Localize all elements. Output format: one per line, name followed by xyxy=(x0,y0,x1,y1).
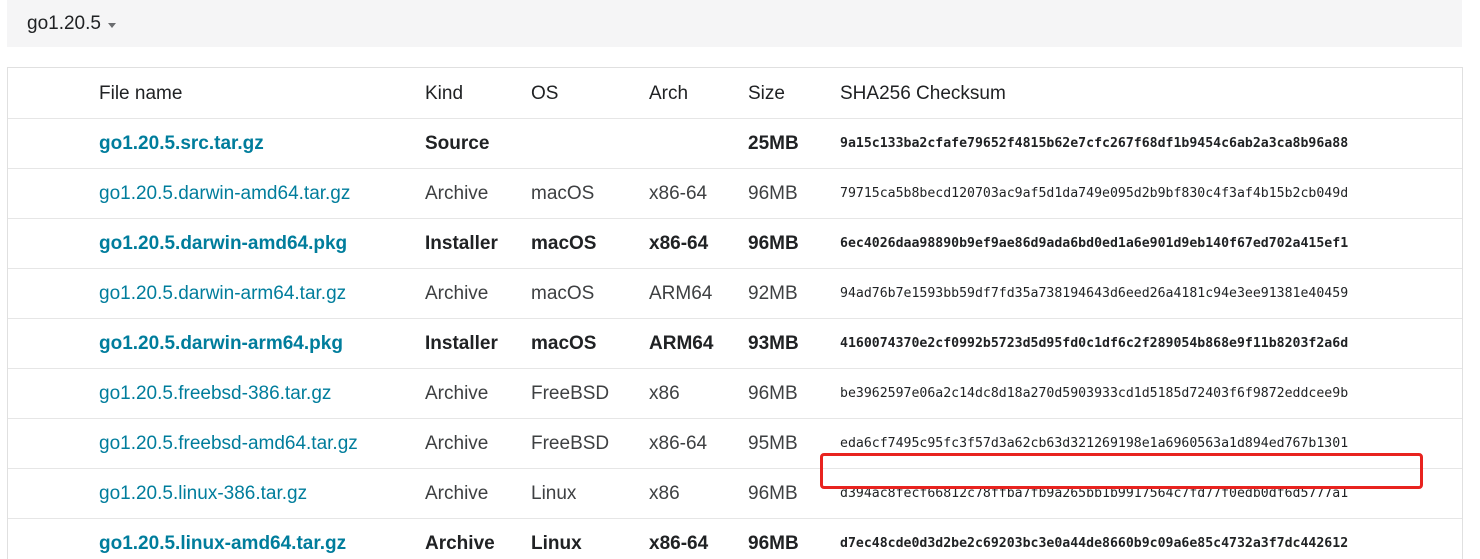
table-row: go1.20.5.freebsd-amd64.tar.gz Archive Free… xyxy=(8,418,1462,468)
table-row: go1.20.5.linux-amd64.tar.gz Archive Linux x… xyxy=(8,518,1462,559)
os-cell: FreeBSD xyxy=(531,383,610,404)
version-dropdown-toggle[interactable]: go1.20.5 xyxy=(27,13,116,35)
header-kind: Kind xyxy=(425,83,464,104)
table-row: go1.20.5.darwin-amd64.tar.gz Archive macOS… xyxy=(8,168,1462,218)
kind-cell: Archive xyxy=(425,483,489,504)
os-cell: macOS xyxy=(531,183,595,204)
header-checksum: SHA256 Checksum xyxy=(840,83,1006,104)
file-name-link[interactable]: go1.20.5.linux-386.tar.gz xyxy=(99,469,307,518)
checksum-cell: d7ec48cde0d3d2be2c69203bc3e0a44de8660b9c… xyxy=(840,536,1349,551)
os-cell: macOS xyxy=(531,333,597,354)
checksum-cell: eda6cf7495c95fc3f57d3a62cb63d321269198e1… xyxy=(840,436,1349,451)
os-cell: Linux xyxy=(531,533,582,554)
arch-cell: x86 xyxy=(649,383,680,404)
kind-cell: Installer xyxy=(425,333,498,354)
file-name-link[interactable]: go1.20.5.darwin-arm64.tar.gz xyxy=(99,269,346,318)
table-row: go1.20.5.freebsd-386.tar.gz Archive FreeBS… xyxy=(8,368,1462,418)
kind-cell: Installer xyxy=(425,233,498,254)
kind-cell: Archive xyxy=(425,183,489,204)
file-name-link[interactable]: go1.20.5.darwin-arm64.pkg xyxy=(99,319,343,368)
file-name-link[interactable]: go1.20.5.freebsd-386.tar.gz xyxy=(99,369,331,418)
os-cell: macOS xyxy=(531,283,595,304)
kind-cell: Archive xyxy=(425,433,489,454)
file-name-link[interactable]: go1.20.5.darwin-amd64.pkg xyxy=(99,219,347,268)
file-name-link[interactable]: go1.20.5.src.tar.gz xyxy=(99,119,264,168)
checksum-cell: 94ad76b7e1593bb59df7fd35a738194643d6eed2… xyxy=(840,286,1349,301)
header-size: Size xyxy=(748,83,785,104)
size-cell: 93MB xyxy=(748,333,799,354)
arch-cell: ARM64 xyxy=(649,333,714,354)
table-row: go1.20.5.src.tar.gz Source 25MB 9a15c133ba2… xyxy=(8,118,1462,168)
version-bar: go1.20.5 xyxy=(7,0,1462,47)
size-cell: 96MB xyxy=(748,383,798,404)
table-row: go1.20.5.darwin-amd64.pkg Installer macOS x… xyxy=(8,218,1462,268)
caret-down-icon xyxy=(107,22,116,28)
version-label: go1.20.5 xyxy=(27,13,101,34)
arch-cell: ARM64 xyxy=(649,283,713,304)
size-cell: 96MB xyxy=(748,183,798,204)
table-header-row: File name Kind OS Arch Size SHA256 Check… xyxy=(8,68,1462,118)
header-file-name: File name xyxy=(99,83,183,104)
os-cell: Linux xyxy=(531,483,577,504)
size-cell: 96MB xyxy=(748,483,798,504)
table-row: go1.20.5.darwin-arm64.pkg Installer macOS A… xyxy=(8,318,1462,368)
arch-cell: x86-64 xyxy=(649,183,708,204)
header-os: OS xyxy=(531,83,559,104)
size-cell: 95MB xyxy=(748,433,798,454)
size-cell: 92MB xyxy=(748,283,798,304)
arch-cell: x86-64 xyxy=(649,433,708,454)
checksum-cell: d394ac8fecf66812c78ffba7fb9a265bb1b99175… xyxy=(840,486,1349,501)
table-row: go1.20.5.linux-386.tar.gz Archive Linux x86… xyxy=(8,468,1462,518)
os-cell: FreeBSD xyxy=(531,433,610,454)
file-name-link[interactable]: go1.20.5.darwin-amd64.tar.gz xyxy=(99,169,350,218)
file-name-link[interactable]: go1.20.5.linux-amd64.tar.gz xyxy=(99,519,346,559)
header-arch: Arch xyxy=(649,83,689,104)
kind-cell: Archive xyxy=(425,533,495,554)
kind-cell: Archive xyxy=(425,283,489,304)
kind-cell: Source xyxy=(425,133,490,154)
checksum-cell: be3962597e06a2c14dc8d18a270d5903933cd1d5… xyxy=(840,386,1349,401)
downloads-table: File name Kind OS Arch Size SHA256 Check… xyxy=(7,67,1463,559)
checksum-cell: 79715ca5b8becd120703ac9af5d1da749e095d2b… xyxy=(840,186,1349,201)
file-name-link[interactable]: go1.20.5.freebsd-amd64.tar.gz xyxy=(99,419,358,468)
kind-cell: Archive xyxy=(425,383,489,404)
size-cell: 96MB xyxy=(748,533,799,554)
table-row: go1.20.5.darwin-arm64.tar.gz Archive macOS… xyxy=(8,268,1462,318)
size-cell: 96MB xyxy=(748,233,799,254)
checksum-cell: 4160074370e2cf0992b5723d5d95fd0c1df6c2f2… xyxy=(840,336,1349,351)
size-cell: 25MB xyxy=(748,133,799,154)
checksum-cell: 9a15c133ba2cfafe79652f4815b62e7cfc267f68… xyxy=(840,136,1349,151)
arch-cell: x86 xyxy=(649,483,680,504)
arch-cell: x86-64 xyxy=(649,233,709,254)
arch-cell: x86-64 xyxy=(649,533,709,554)
os-cell: macOS xyxy=(531,233,597,254)
checksum-cell: 6ec4026daa98890b9ef9ae86d9ada6bd0ed1a6e9… xyxy=(840,236,1349,251)
